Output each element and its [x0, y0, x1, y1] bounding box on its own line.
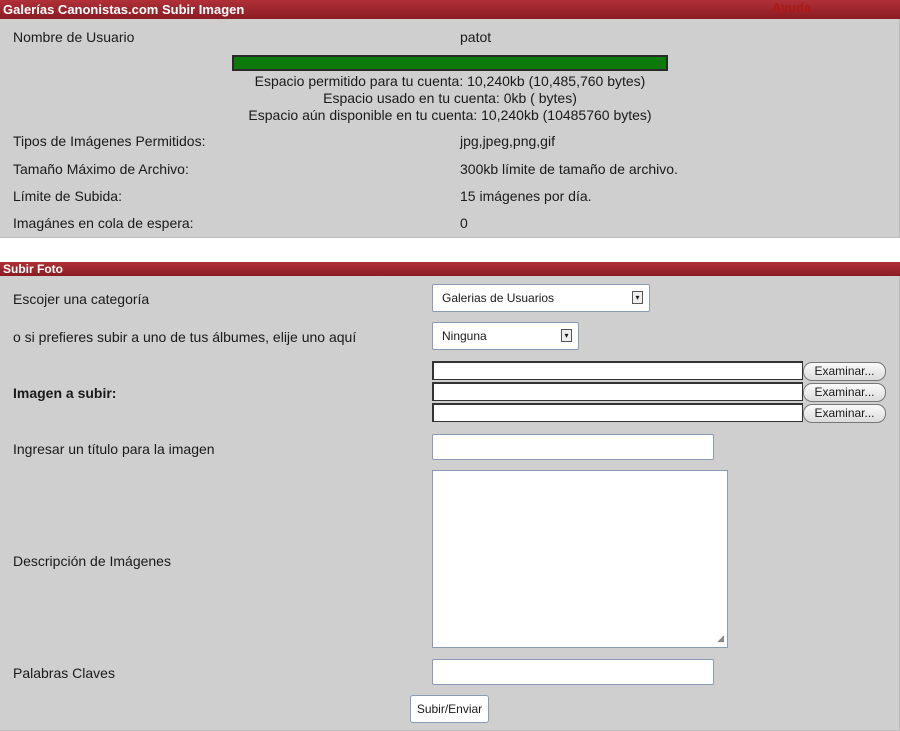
- image-upload-label: Imagen a subir:: [13, 385, 117, 401]
- album-select[interactable]: Ninguna ▾: [432, 322, 579, 350]
- keywords-label: Palabras Claves: [13, 665, 115, 681]
- quota-available: Espacio aún disponible en tu cuenta: 10,…: [248, 107, 652, 123]
- allowed-types-label: Tipos de Imágenes Permitidos:: [13, 133, 206, 149]
- quota-progress-fill: [234, 57, 666, 69]
- panel-header: Galerías Canonistas.com Subir Imagen: [0, 0, 900, 19]
- account-panel: Galerías Canonistas.com Subir Imagen Ayu…: [0, 0, 900, 238]
- album-label: o si prefieres subir a uno de tus álbume…: [13, 329, 357, 345]
- username-label: Nombre de Usuario: [13, 29, 135, 45]
- resize-grip-icon[interactable]: ◢: [717, 633, 724, 644]
- submit-button[interactable]: Subir/Enviar: [410, 695, 489, 723]
- queue-value: 0: [460, 215, 468, 231]
- username-value: patot: [460, 29, 492, 45]
- queue-label: Imagánes en cola de espera:: [13, 215, 194, 231]
- dropdown-arrow-icon: ▾: [561, 329, 572, 342]
- description-textarea[interactable]: ◢: [432, 470, 728, 648]
- category-label: Escojer una categoría: [13, 291, 150, 307]
- description-label: Descripción de Imágenes: [13, 553, 171, 569]
- category-select[interactable]: Galerias de Usuarios ▾: [432, 284, 650, 312]
- album-select-value: Ninguna: [442, 329, 487, 343]
- page-title: Galerías Canonistas.com Subir Imagen: [3, 2, 245, 17]
- upload-limit-label: Límite de Subida:: [13, 188, 122, 204]
- max-size-label: Tamaño Máximo de Archivo:: [13, 161, 189, 177]
- file-input-3[interactable]: [432, 403, 803, 422]
- upload-section-title: Subir Foto: [3, 262, 63, 276]
- allowed-types-value: jpg,jpeg,png,gif: [460, 133, 555, 149]
- browse-button-2[interactable]: Examinar...: [803, 383, 886, 402]
- title-label: Ingresar un título para la imagen: [13, 441, 215, 457]
- dropdown-arrow-icon: ▾: [632, 291, 643, 304]
- help-link[interactable]: Ayuda: [772, 0, 811, 15]
- upload-section-header: Subir Foto: [0, 262, 900, 276]
- browse-button-1[interactable]: Examinar...: [803, 362, 886, 381]
- keywords-input[interactable]: [432, 659, 714, 685]
- max-size-value: 300kb límite de tamaño de archivo.: [460, 161, 678, 177]
- category-select-value: Galerias de Usuarios: [442, 291, 555, 305]
- browse-button-3[interactable]: Examinar...: [803, 404, 886, 423]
- file-input-1[interactable]: [432, 361, 803, 380]
- quota-allowed: Espacio permitido para tu cuenta: 10,240…: [254, 73, 646, 89]
- title-input[interactable]: [432, 434, 714, 460]
- upload-limit-value: 15 imágenes por día.: [460, 188, 592, 204]
- file-input-2[interactable]: [432, 382, 803, 401]
- quota-progress-bar: [232, 55, 668, 71]
- quota-used: Espacio usado en tu cuenta: 0kb ( bytes): [323, 90, 577, 106]
